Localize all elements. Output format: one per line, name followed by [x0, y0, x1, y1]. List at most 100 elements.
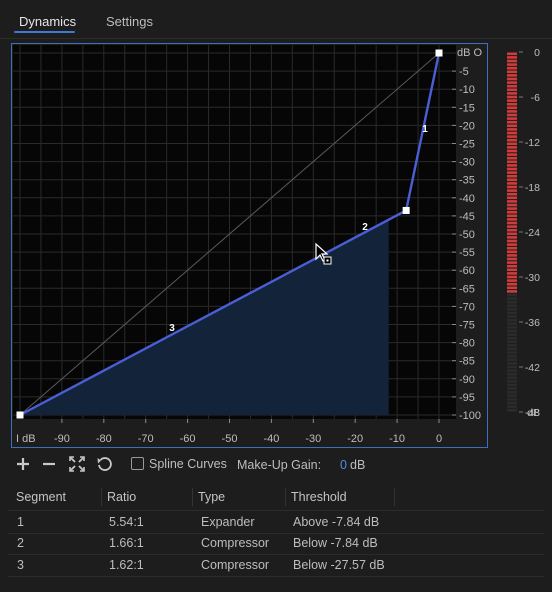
meter-segment — [507, 329, 517, 333]
meter-segment — [507, 84, 517, 88]
table-header: Segment Ratio Type Threshold — [8, 485, 544, 509]
header-type[interactable]: Type — [198, 490, 225, 504]
meter-segment — [507, 297, 517, 300]
meter-segment — [507, 99, 517, 102]
cell-segment: 1 — [17, 515, 24, 529]
meter-segment — [507, 279, 517, 282]
table-row[interactable]: 1 5.54:1 Expander Above -7.84 dB — [8, 510, 544, 534]
meter-segment — [507, 203, 517, 207]
level-meter: 0-6-12-18-24-30-36-42-48dB — [507, 47, 540, 419]
meter-segment — [507, 394, 517, 398]
makeup-gain-value[interactable]: 0 — [340, 458, 347, 472]
header-ratio[interactable]: Ratio — [107, 490, 136, 504]
input-tick-label: -90 — [54, 433, 70, 445]
meter-segment — [507, 286, 517, 290]
makeup-gain-unit: dB — [350, 458, 366, 472]
meter-segment — [507, 405, 517, 408]
meter-segment — [507, 88, 517, 92]
meter-segment — [507, 124, 517, 128]
header-segment[interactable]: Segment — [16, 490, 66, 504]
meter-segment — [507, 236, 517, 239]
meter-segment — [507, 146, 517, 149]
meter-segment — [507, 117, 517, 120]
meter-segment — [507, 131, 517, 135]
table-row[interactable]: 2 1.66:1 Compressor Below -7.84 dB — [8, 532, 544, 555]
add-icon[interactable] — [15, 456, 31, 472]
cell-type: Compressor — [201, 536, 270, 550]
meter-segment — [507, 401, 517, 405]
meter-segment — [507, 300, 517, 304]
cell-segment: 3 — [17, 558, 24, 572]
input-tick-label: -30 — [305, 433, 321, 445]
meter-segment — [507, 135, 517, 138]
spline-curves-checkbox[interactable] — [131, 457, 144, 470]
meter-segment — [507, 354, 517, 358]
meter-segment — [507, 254, 517, 257]
meter-segment — [507, 214, 517, 218]
meter-tick-label: -42 — [525, 362, 540, 374]
meter-segment — [507, 185, 517, 189]
meter-segment — [507, 113, 517, 117]
meter-segment — [507, 95, 517, 99]
meter-segment — [507, 239, 517, 243]
meter-segment — [507, 344, 517, 347]
column-divider — [285, 488, 286, 506]
input-tick-label: -80 — [96, 433, 112, 445]
meter-segment — [507, 225, 517, 228]
meter-tick-label: -12 — [525, 137, 540, 149]
meter-segment — [507, 257, 517, 261]
column-divider — [394, 488, 395, 506]
cell-ratio: 1.62:1 — [109, 558, 144, 572]
input-tick-label: 0 — [436, 433, 442, 445]
input-tick-label: -40 — [263, 433, 279, 445]
meter-segment — [507, 365, 517, 369]
makeup-gain-label: Make-Up Gain: — [237, 458, 322, 472]
meter-segment — [507, 189, 517, 192]
meter-segment — [507, 275, 517, 279]
meter-segment — [507, 70, 517, 74]
header-threshold[interactable]: Threshold — [291, 490, 347, 504]
meter-segment — [507, 138, 517, 142]
meter-unit-label: dB — [527, 407, 540, 419]
meter-segment — [507, 182, 517, 185]
meter-tick-label: -36 — [525, 317, 540, 329]
cell-ratio: 1.66:1 — [109, 536, 144, 550]
meter-segment — [507, 340, 517, 344]
meter-segment — [507, 174, 517, 178]
table-row[interactable]: 3 1.62:1 Compressor Below -27.57 dB — [8, 554, 544, 577]
meter-segment — [507, 192, 517, 196]
fit-icon[interactable] — [69, 456, 85, 472]
meter-segment — [507, 304, 517, 308]
meter-segment — [507, 290, 517, 293]
meter-segment — [507, 128, 517, 131]
meter-segment — [507, 376, 517, 380]
input-tick-label: -50 — [222, 433, 238, 445]
column-divider — [101, 488, 102, 506]
meter-segment — [507, 52, 517, 56]
meter-segment — [507, 318, 517, 322]
meter-segment — [507, 261, 517, 264]
input-tick-label: -10 — [389, 433, 405, 445]
meter-tick-label: -30 — [525, 272, 540, 284]
remove-icon[interactable] — [41, 456, 57, 472]
meter-segment — [507, 171, 517, 174]
cell-type: Compressor — [201, 558, 270, 572]
meter-tick-label: -6 — [531, 92, 540, 104]
meter-segment — [507, 63, 517, 66]
meter-segment — [507, 178, 517, 182]
meter-segment — [507, 221, 517, 225]
reset-icon[interactable] — [96, 456, 112, 472]
meter-segment — [507, 160, 517, 164]
meter-segment — [507, 218, 517, 221]
meter-segment — [507, 326, 517, 329]
meter-segment — [507, 380, 517, 383]
meter-segment — [507, 246, 517, 250]
meter-segment — [507, 351, 517, 354]
meter-segment — [507, 268, 517, 272]
meter-segment — [507, 293, 517, 297]
meter-segment — [507, 66, 517, 70]
meter-segment — [507, 369, 517, 372]
cell-type: Expander — [201, 515, 255, 529]
meter-segment — [507, 210, 517, 214]
meter-segment — [507, 149, 517, 153]
